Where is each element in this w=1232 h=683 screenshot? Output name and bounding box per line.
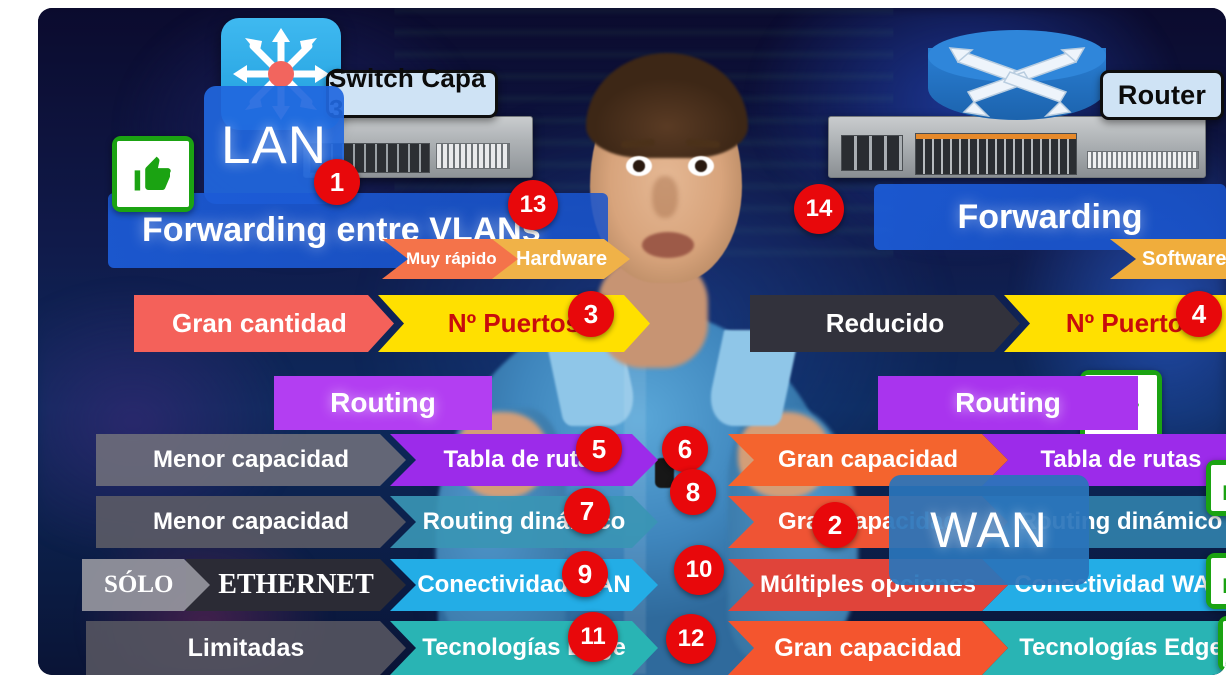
right-forwarding-text: Forwarding [957,197,1143,236]
left-row-5-value-text: Limitadas [187,633,305,662]
left-row-3-value-text: Menor capacidad [152,508,350,535]
left-row-4-feature: Conectividad WAN [390,559,658,611]
presenter-nose [652,176,678,218]
left-row-3-value: Menor capacidad [96,496,406,548]
right-routing-text: Routing [955,387,1061,418]
annotation-badge-12[interactable]: 12 [666,614,716,664]
left-row-4-value-text: ETHERNET [218,569,374,600]
annotation-badge-1[interactable]: 1 [314,159,360,205]
annotation-badge-2[interactable]: 2 [812,502,858,548]
router-label-tag: Router [1100,70,1224,120]
annotation-badge-5[interactable]: 5 [576,426,622,472]
annotation-badge-8[interactable]: 8 [670,469,716,515]
annotation-badge-3[interactable]: 3 [568,291,614,337]
left-row-5-value: Limitadas [86,621,406,675]
annotation-badge-7[interactable]: 7 [564,488,610,534]
left-row-4-value: ETHERNET [186,559,406,611]
hardware-text: Hardware [516,247,608,270]
right-row-5-value-text: Gran capacidad [774,633,962,662]
switch-label-text: Switch Capa 3 [329,63,486,124]
left-row-1-value: Gran cantidad [134,295,394,352]
annotation-badge-10[interactable]: 10 [674,545,724,595]
left-row-4-prefix-text: SÓLO [104,571,174,598]
left-row-1-feature-text: Nº Puertos [447,308,581,338]
annotation-badge-6[interactable]: 6 [662,426,708,472]
presenter-right-eye [688,156,714,176]
right-row-1-value-text: Reducido [825,308,945,338]
left-row-1-value-text: Gran cantidad [172,308,347,338]
annotation-badge-13[interactable]: 13 [508,180,558,230]
annotation-badge-9[interactable]: 9 [562,551,608,597]
annotation-badge-14[interactable]: 14 [794,184,844,234]
switch-label-tag: Switch Capa 3 [326,63,498,124]
right-row-5-feature-text: Tecnologías Edge [1019,634,1223,661]
wan-label: WAN [930,502,1048,558]
annotation-badge-4[interactable]: 4 [1176,291,1222,337]
router-port-strip [1087,151,1199,169]
right-row-1-value: Reducido [750,295,1020,352]
software-text: Software [1142,247,1226,270]
left-row-2-value: Menor capacidad [96,434,406,486]
right-row-2-value-text: Gran capacidad [777,446,959,473]
left-row-4-prefix: SÓLO [82,559,210,611]
right-routing-box: Routing [878,376,1138,430]
video-frame[interactable]: Switch Capa 3 Router LAN WAN Forwarding … [38,8,1226,675]
router-logo-icon [928,30,1106,130]
left-row-3-feature: Routing dinámico [390,496,658,548]
screenshot-root: Switch Capa 3 Router LAN WAN Forwarding … [0,0,1232,683]
muy-rapido-text: Muy rápido [406,249,497,268]
thumbs-up-icon-conectividad-wan [1206,553,1226,609]
right-row-5-feature: Tecnologías Edge [982,621,1226,675]
left-routing-box: Routing [274,376,492,430]
router-label-text: Router [1117,79,1207,110]
presenter-left-eye [626,156,652,176]
thumbs-up-icon-tecnologias-edge [1218,616,1226,672]
annotation-badge-11[interactable]: 11 [568,612,618,662]
presenter-mouth [642,232,694,258]
left-row-2-value-text: Menor capacidad [152,446,350,473]
thumbs-up-icon-lan [112,136,194,212]
lan-label: LAN [220,115,328,175]
left-row-5-feature: Tecnologías Edge [390,621,658,675]
wan-badge-box: WAN [889,475,1089,585]
thumbs-up-icon-tabla-rutas [1206,460,1226,516]
right-row-5-value: Gran capacidad [728,621,1008,675]
left-routing-text: Routing [330,387,436,418]
right-row-2-feature-text: Tabla de rutas [1040,446,1202,473]
